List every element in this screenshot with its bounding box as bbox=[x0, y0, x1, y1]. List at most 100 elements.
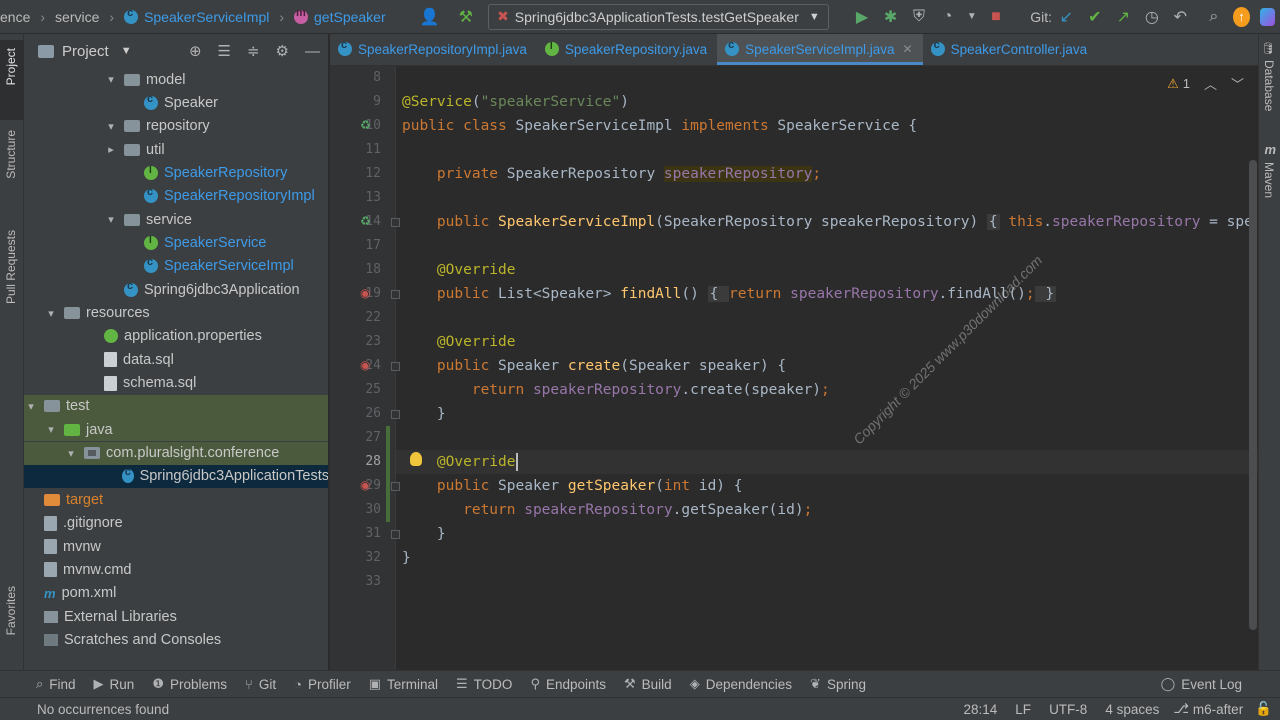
tool-window-button[interactable]: ▣ Terminal bbox=[369, 676, 438, 692]
tree-item[interactable]: ▾ resources bbox=[24, 302, 328, 325]
tree-item[interactable]: External Libraries bbox=[24, 605, 328, 628]
tree-item[interactable]: ▾ repository bbox=[24, 115, 328, 138]
history-icon[interactable]: ◷ bbox=[1143, 6, 1162, 28]
tree-item[interactable]: ▾ service bbox=[24, 208, 328, 231]
fold-marker-icon[interactable] bbox=[391, 482, 400, 491]
code-line[interactable]: } bbox=[402, 402, 1252, 426]
code-line[interactable]: return speakerRepository.create(speaker)… bbox=[402, 378, 1252, 402]
tool-window-button[interactable]: ⚒ Build bbox=[624, 676, 672, 692]
editor-tab[interactable]: SpeakerRepositoryImpl.java bbox=[330, 34, 537, 65]
file-encoding[interactable]: UTF-8 bbox=[1049, 702, 1087, 717]
tree-item[interactable]: ▾ com.pluralsight.conference bbox=[24, 441, 328, 465]
git-branch[interactable]: m6-after bbox=[1193, 702, 1243, 717]
tree-item[interactable]: Spring6jdbc3ApplicationTests bbox=[24, 464, 328, 488]
code-line[interactable]: @Service("speakerService") bbox=[402, 90, 1252, 114]
chevron-up-icon[interactable]: ︿ bbox=[1204, 74, 1217, 93]
chevron-down-icon[interactable]: ▾ bbox=[24, 400, 38, 413]
chevron-down-icon[interactable]: ▾ bbox=[44, 307, 58, 320]
tree-item[interactable]: SpeakerService bbox=[24, 231, 328, 254]
more-run-options-icon[interactable]: ▼ bbox=[967, 6, 977, 28]
tree-item[interactable]: Scratches and Consoles bbox=[24, 628, 328, 651]
tree-item[interactable]: Speaker bbox=[24, 91, 328, 114]
tree-item[interactable]: schema.sql bbox=[24, 372, 328, 395]
chevron-down-icon[interactable]: ▾ bbox=[104, 213, 118, 226]
tool-window-button[interactable]: ▶ Run bbox=[94, 676, 135, 692]
gear-icon[interactable]: ⚙ bbox=[276, 42, 289, 60]
project-panel-title[interactable]: Project bbox=[62, 43, 109, 60]
chevron-down-icon[interactable]: ▾ bbox=[104, 73, 118, 86]
chevron-down-icon[interactable]: ﹀ bbox=[1231, 74, 1244, 93]
tree-item[interactable]: target bbox=[24, 488, 328, 511]
tree-item[interactable]: ▾ model bbox=[24, 68, 328, 91]
git-update-icon[interactable]: ↙ bbox=[1057, 6, 1076, 28]
code-line[interactable] bbox=[402, 426, 1252, 450]
code-line[interactable]: public class SpeakerServiceImpl implemen… bbox=[402, 114, 1252, 138]
fold-marker-icon[interactable] bbox=[391, 530, 400, 539]
breadcrumb-item[interactable]: service bbox=[55, 9, 99, 25]
tree-item[interactable]: .gitignore bbox=[24, 512, 328, 535]
run-icon[interactable]: ▶ bbox=[853, 6, 872, 28]
collapse-all-icon[interactable]: ≑ bbox=[247, 42, 260, 60]
code-line[interactable]: @Override bbox=[402, 258, 1252, 282]
run-configuration-selector[interactable]: ✖ Spring6jdbc3ApplicationTests.testGetSp… bbox=[488, 3, 829, 30]
code-line[interactable]: return speakerRepository.getSpeaker(id); bbox=[402, 498, 1252, 522]
code-line[interactable]: public Speaker getSpeaker(int id) { bbox=[402, 474, 1252, 498]
hide-icon[interactable]: — bbox=[305, 43, 320, 60]
fold-marker-icon[interactable] bbox=[391, 218, 400, 227]
coverage-icon[interactable]: ⛨ bbox=[910, 6, 929, 28]
event-log-button[interactable]: ◯ Event Log bbox=[1161, 676, 1242, 692]
favorites-stripe-button[interactable]: Favorites bbox=[4, 586, 18, 635]
fold-marker-icon[interactable] bbox=[391, 290, 400, 299]
git-commit-icon[interactable]: ✔ bbox=[1086, 6, 1105, 28]
code-line[interactable]: } bbox=[402, 522, 1252, 546]
code-line[interactable]: @Override bbox=[396, 450, 1258, 474]
tree-item[interactable]: ▾ java bbox=[24, 418, 328, 442]
lightbulb-icon[interactable] bbox=[410, 452, 422, 466]
chevron-down-icon[interactable]: ▾ bbox=[104, 120, 118, 133]
code-line[interactable]: } bbox=[402, 546, 1252, 570]
search-icon[interactable]: ⌕ bbox=[1205, 6, 1224, 28]
tool-window-button[interactable]: ◈ Dependencies bbox=[690, 676, 792, 692]
structure-stripe-button[interactable]: Structure bbox=[4, 130, 18, 179]
code-line[interactable]: private SpeakerRepository speakerReposit… bbox=[402, 162, 1252, 186]
chevron-down-icon[interactable]: ▾ bbox=[44, 423, 58, 436]
pull-requests-stripe-button[interactable]: Pull Requests bbox=[4, 230, 18, 304]
breadcrumb-item[interactable]: SpeakerServiceImpl bbox=[144, 9, 269, 25]
stop-icon[interactable]: ■ bbox=[987, 6, 1006, 28]
lock-icon[interactable]: 🔓 bbox=[1255, 701, 1272, 717]
override-icon[interactable]: ◉ bbox=[360, 286, 370, 300]
profile-icon[interactable]: ◔ bbox=[938, 6, 957, 28]
override-icon[interactable]: ◉ bbox=[360, 478, 370, 492]
breadcrumb-item[interactable]: ence bbox=[0, 9, 30, 25]
editor-tab[interactable]: SpeakerRepository.java bbox=[537, 34, 717, 65]
code-line[interactable] bbox=[402, 138, 1252, 162]
tool-window-button[interactable]: ⌕ Find bbox=[36, 676, 76, 692]
user-icon[interactable]: 👤 bbox=[420, 6, 440, 28]
override-icon[interactable]: ◉ bbox=[360, 358, 370, 372]
tree-item[interactable]: ▸ util bbox=[24, 138, 328, 161]
tree-item[interactable]: ▾ test bbox=[24, 394, 328, 418]
chevron-right-icon[interactable]: ▸ bbox=[104, 143, 118, 156]
code-line[interactable] bbox=[402, 570, 1252, 594]
tree-item[interactable]: mvnw.cmd bbox=[24, 558, 328, 581]
code-line[interactable] bbox=[402, 186, 1252, 210]
tree-item[interactable]: m pom.xml bbox=[24, 582, 328, 605]
rollback-icon[interactable]: ↶ bbox=[1171, 6, 1190, 28]
update-icon[interactable]: ↑ bbox=[1233, 6, 1250, 27]
code-line[interactable] bbox=[402, 66, 1252, 90]
tree-item[interactable]: SpeakerServiceImpl bbox=[24, 255, 328, 278]
tree-item[interactable]: SpeakerRepository bbox=[24, 161, 328, 184]
tool-window-button[interactable]: ☰ TODO bbox=[456, 676, 512, 692]
tool-window-button[interactable]: ◔ Profiler bbox=[294, 677, 351, 692]
tree-item[interactable]: SpeakerRepositoryImpl bbox=[24, 185, 328, 208]
line-separator[interactable]: LF bbox=[1015, 702, 1031, 717]
bean-icon[interactable]: ♻ bbox=[360, 118, 371, 132]
chevron-down-icon[interactable]: ▾ bbox=[64, 447, 78, 460]
tool-window-button[interactable]: ❦ Spring bbox=[810, 676, 866, 692]
debug-icon[interactable]: ✱ bbox=[881, 6, 900, 28]
code-editor[interactable]: 8 9 10 11 12 13 14 17 18 19 22 23 24 25 26 27 28 29 30 31 32… bbox=[330, 66, 1258, 670]
tool-window-button[interactable]: ❶ Problems bbox=[152, 676, 227, 692]
chevron-down-icon[interactable]: ▼ bbox=[121, 45, 132, 57]
project-stripe-button[interactable]: Project bbox=[4, 48, 18, 85]
breadcrumb-item[interactable]: getSpeaker bbox=[314, 9, 386, 25]
